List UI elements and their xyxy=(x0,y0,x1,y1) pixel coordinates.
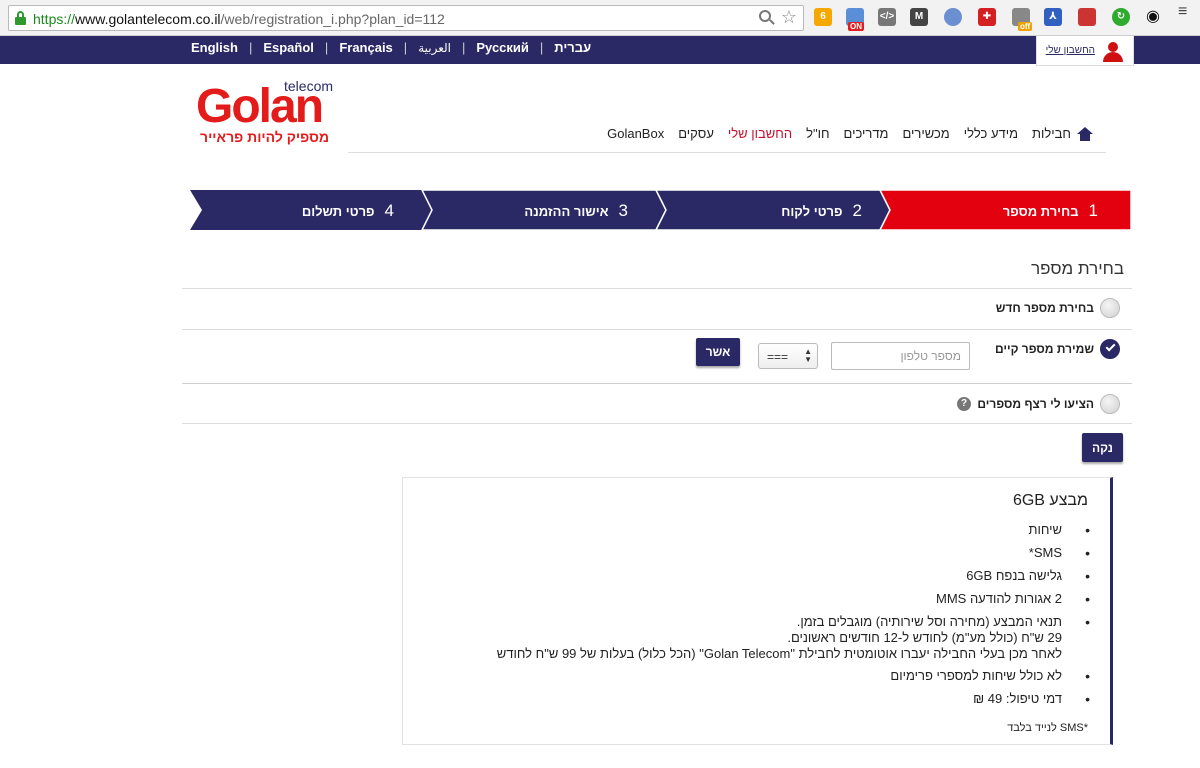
keep-number-radio[interactable] xyxy=(1100,339,1120,359)
off-badge: off xyxy=(1018,22,1033,31)
lang-spanish[interactable]: Español xyxy=(263,40,314,55)
step-3-label: אישור ההזמנה xyxy=(524,203,609,219)
nav-my-account[interactable]: החשבון שלי xyxy=(728,126,792,141)
code-extension-icon[interactable]: </> xyxy=(878,8,896,26)
nav-general-info[interactable]: מידע כללי xyxy=(964,126,1018,141)
step-2-label: פרטי לקוח xyxy=(781,203,843,219)
step-3[interactable]: 3 אישור ההזמנה xyxy=(524,201,628,221)
language-list: English | Español | Français | العربية | Рус… xyxy=(191,40,591,55)
list-item: SMS* xyxy=(497,545,1090,561)
home-icon[interactable] xyxy=(1077,126,1093,141)
plan-terms-line: תנאי המבצע (מחירה וסל שירותיה) מוגבלים ב… xyxy=(796,614,1062,629)
step-1-number: 1 xyxy=(1088,201,1098,220)
list-item: לא כולל שיחות למספרי פרימיום xyxy=(497,668,1090,684)
plan-title: מבצע 6GB xyxy=(1012,492,1088,509)
my-account-link[interactable]: החשבון שלי xyxy=(1036,36,1134,66)
browser-toolbar: https://www.golantelecom.co.il/web/regis… xyxy=(0,0,1200,36)
flag-extension-icon[interactable] xyxy=(1078,8,1096,26)
tool-extension-icon[interactable]: ⅄ xyxy=(1044,8,1062,26)
refresh-extension-icon[interactable]: ↻ xyxy=(1112,8,1130,26)
number-range-radio[interactable] xyxy=(1100,394,1120,414)
nav-divider xyxy=(348,152,1106,153)
logo-tagline: מספיק להיות פראייר xyxy=(200,129,330,145)
url-text[interactable]: https://www.golantelecom.co.il/web/regis… xyxy=(33,11,445,27)
prefix-value: === xyxy=(767,350,789,364)
lang-separator: | xyxy=(324,40,329,55)
lang-separator: | xyxy=(461,40,466,55)
select-arrows-icon: ▲ ▼ xyxy=(804,347,812,364)
golan-telecom-logo[interactable]: telecom Golan מספיק להיות פראייר xyxy=(196,78,348,148)
step-1[interactable]: 1 בחירת מספר xyxy=(1003,201,1098,221)
search-icon[interactable] xyxy=(759,10,775,26)
on-badge: ON xyxy=(848,22,864,31)
language-bar: English | Español | Français | العربية | Рус… xyxy=(0,36,1200,64)
divider xyxy=(182,288,1132,289)
divider xyxy=(182,383,1132,384)
nav-devices[interactable]: מכשירים xyxy=(903,126,950,141)
nav-packages[interactable]: חבילות xyxy=(1032,126,1071,141)
divider xyxy=(182,329,1132,330)
plan-after-line: לאחר מכן בעלי החבילה יעברו אוטומטית לחבי… xyxy=(496,646,1062,661)
lang-english[interactable]: English xyxy=(191,40,238,55)
globe-extension-icon[interactable] xyxy=(944,8,962,26)
step-2-number: 2 xyxy=(852,201,862,220)
lang-french[interactable]: Français xyxy=(339,40,392,55)
nav-golanbox[interactable]: GolanBox xyxy=(607,126,664,141)
plan-details-box: מבצע 6GB שיחות SMS* גלישה בנפח 6GB 2 אגו… xyxy=(402,477,1113,745)
lang-separator: | xyxy=(403,40,408,55)
lock-icon xyxy=(15,11,26,25)
m-extension-icon[interactable]: M xyxy=(910,8,928,26)
list-item: 2 אגורות להודעה MMS xyxy=(497,591,1090,607)
section-title: בחירת מספר xyxy=(1031,259,1124,278)
lang-arabic[interactable]: العربية xyxy=(418,41,451,55)
my-account-label[interactable]: החשבון שלי xyxy=(1046,45,1095,56)
lang-russian[interactable]: Русский xyxy=(476,40,529,55)
lang-hebrew[interactable]: עברית xyxy=(554,40,591,55)
prefix-select[interactable]: === ▲ ▼ xyxy=(758,343,818,369)
eye-extension-icon[interactable]: ◉ xyxy=(1144,8,1162,26)
user-icon xyxy=(1103,42,1123,62)
step-4-number: 4 xyxy=(384,201,394,220)
step-4[interactable]: 4 פרטי תשלום xyxy=(302,201,394,221)
new-number-label[interactable]: בחירת מספר חדש xyxy=(996,301,1094,315)
side-tab[interactable] xyxy=(1188,36,1200,64)
plan-footnote: *SMS לנייד בלבד xyxy=(1007,722,1088,734)
menu-icon[interactable]: ≡ xyxy=(1178,4,1192,26)
address-bar[interactable]: https://www.golantelecom.co.il/web/regis… xyxy=(8,5,804,31)
gear-extension-icon[interactable]: ✚ xyxy=(978,8,996,26)
bookmark-star-icon[interactable]: ☆ xyxy=(781,7,797,27)
step-3-number: 3 xyxy=(618,201,628,220)
list-item: דמי טיפול: 49 ₪ xyxy=(497,691,1090,707)
help-icon[interactable]: ? xyxy=(957,397,971,411)
step-2[interactable]: 2 פרטי לקוח xyxy=(781,201,862,221)
confirm-button[interactable]: אשר xyxy=(696,338,740,366)
plan-features: שיחות SMS* גלישה בנפח 6GB 2 אגורות להודע… xyxy=(497,522,1090,714)
nav-guides[interactable]: מדריכים xyxy=(844,126,889,141)
new-number-radio[interactable] xyxy=(1100,298,1120,318)
nav-business[interactable]: עסקים xyxy=(678,126,714,141)
lang-separator: | xyxy=(248,40,253,55)
list-item: תנאי המבצע (מחירה וסל שירותיה) מוגבלים ב… xyxy=(497,614,1090,662)
divider xyxy=(182,423,1132,424)
lang-separator: | xyxy=(539,40,544,55)
main-nav: חבילות מידע כללי מכשירים מדריכים חו"ל הח… xyxy=(560,126,1105,141)
list-item: שיחות xyxy=(497,522,1090,538)
step-4-label: פרטי תשלום xyxy=(301,203,375,219)
logo-word: Golan xyxy=(196,80,324,133)
plan-price-line: 29 ש"ח (כולל מע"מ) לחודש ל-12 חודשים ראש… xyxy=(787,630,1062,645)
extension-icon[interactable]: 6 xyxy=(814,8,832,26)
phone-number-input[interactable] xyxy=(831,342,970,370)
number-range-label[interactable]: הציעו לי רצף מספרים xyxy=(977,397,1094,411)
step-1-label: בחירת מספר xyxy=(1002,203,1079,219)
nav-abroad[interactable]: חו"ל xyxy=(806,126,829,141)
clear-button[interactable]: נקה xyxy=(1082,433,1123,462)
list-item: גלישה בנפח 6GB xyxy=(497,568,1090,584)
keep-number-label[interactable]: שמירת מספר קיים xyxy=(995,342,1094,356)
